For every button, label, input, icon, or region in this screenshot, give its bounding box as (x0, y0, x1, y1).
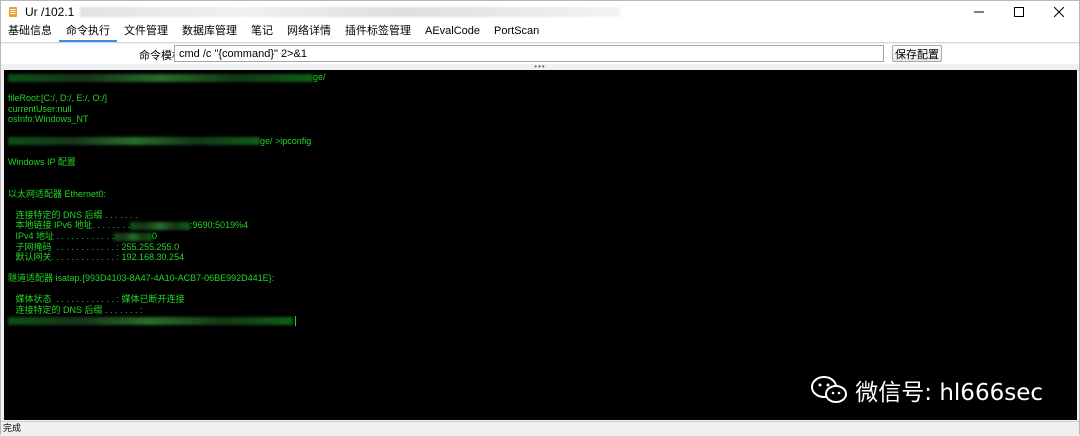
terminal-line: 隧道适配器 isatap.{993D4103-8A47-4A10-ACB7-06… (8, 273, 275, 284)
command-template-input[interactable] (174, 45, 884, 62)
close-icon (1054, 7, 1064, 17)
save-config-button[interactable]: 保存配置 (892, 45, 942, 62)
app-window: Ur /102.1 基础信息 命令执行 文件管理 数据库管理 笔记 网络详情 插… (0, 0, 1080, 436)
command-output-terminal[interactable]: ge/ fileRoot:[C:/, D:/, E:/, O:/] curren… (4, 70, 1077, 420)
title-redacted-area (80, 7, 621, 17)
tab-portscan[interactable]: PortScan (487, 23, 546, 42)
terminal-line: 连接特定的 DNS 后缀 . . . . . . . : (8, 305, 143, 316)
java-app-icon (9, 7, 17, 17)
terminal-line: 连接特定的 DNS 后缀 . . . . . . . (8, 209, 138, 220)
terminal-line: ge/ >ipconfig (8, 136, 1073, 147)
maximize-button[interactable] (999, 1, 1039, 23)
tab-notes[interactable]: 笔记 (244, 23, 280, 42)
redacted-text (114, 232, 153, 241)
text-cursor (295, 316, 296, 327)
maximize-icon (1014, 7, 1024, 17)
window-controls (959, 1, 1079, 23)
tab-basic-info[interactable]: 基础信息 (1, 23, 59, 42)
tab-network-details[interactable]: 网络详情 (280, 23, 338, 42)
redacted-text (8, 73, 313, 82)
terminal-line: IPv4 地址 . . . . . . . . . . . .0 (8, 230, 158, 241)
close-button[interactable] (1039, 1, 1079, 23)
terminal-line: Windows IP 配置 (8, 156, 76, 167)
terminal-line: 默认网关. . . . . . . . . . . . . : 192.168.… (8, 252, 185, 263)
minimize-icon (974, 11, 984, 13)
terminal-line: 子网掩码 . . . . . . . . . . . . : 255.255.2… (8, 241, 180, 252)
tab-database-manager[interactable]: 数据库管理 (175, 23, 244, 42)
tab-bar: 基础信息 命令执行 文件管理 数据库管理 笔记 网络详情 插件标签管理 AEva… (1, 23, 1079, 43)
command-template-row: 命令模板 保存配置 (1, 44, 1079, 64)
wechat-icon (811, 376, 848, 403)
redacted-text (8, 137, 260, 146)
wechat-watermark: 微信号: hl666sec (809, 373, 1043, 407)
terminal-line (8, 316, 1073, 327)
redacted-text (130, 221, 191, 230)
window-title: Ur /102.1 (25, 5, 75, 19)
terminal-line: 本地链接 IPv6 地址. . . . . . . .:9690:5019%4 (8, 220, 249, 231)
terminal-line: ge/ (8, 72, 1073, 83)
terminal-line: currentUser:null (8, 103, 72, 114)
terminal-line: 媒体状态 . . . . . . . . . . . . : 媒体已断开连接 (8, 294, 185, 305)
title-bar: Ur /102.1 (1, 1, 1079, 23)
status-text: 完成 (3, 423, 22, 433)
tab-command-exec[interactable]: 命令执行 (59, 23, 117, 42)
redacted-text (8, 317, 293, 326)
tab-aevalcode[interactable]: AEvalCode (418, 23, 487, 42)
tab-plugin-tag-manager[interactable]: 插件标签管理 (338, 23, 418, 42)
tab-file-manager[interactable]: 文件管理 (117, 23, 175, 42)
status-bar: 完成 (1, 421, 1079, 436)
watermark-text: 微信号: hl666sec (855, 380, 1043, 406)
minimize-button[interactable] (959, 1, 999, 23)
terminal-line: 以太网适配器 Ethernet0: (8, 188, 107, 199)
terminal-line: fileRoot:[C:/, D:/, E:/, O:/] (8, 93, 108, 104)
terminal-line: osInfo:Windows_NT (8, 114, 89, 125)
